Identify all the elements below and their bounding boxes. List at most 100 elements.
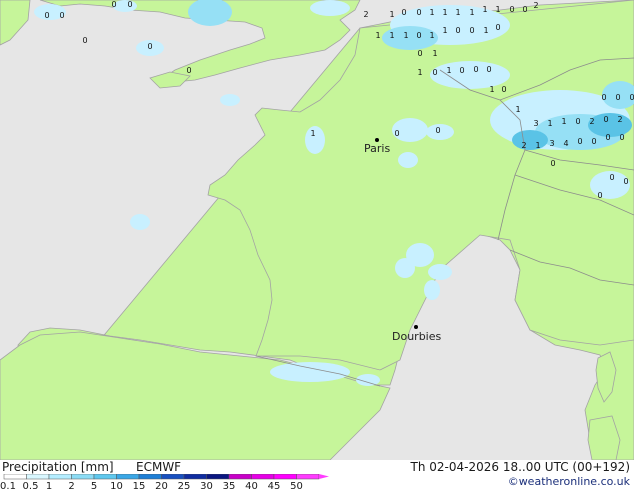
legend-label: 5 [91,481,97,490]
precip-value-label: 1 [389,31,394,40]
legend-swatch [48,474,72,480]
precip-value-label: 0 [394,129,399,138]
legend-label: 35 [223,481,236,490]
precip-value-label: 2 [589,117,594,126]
legend-label: 0.5 [23,481,39,490]
legend-swatch [251,474,275,480]
precip-value-label: 1 [403,31,408,40]
precip-value-label: 0 [597,191,602,200]
map-title: Precipitation [mm] [2,460,114,474]
legend-label: 25 [178,481,191,490]
precip-value-label: 0 [111,0,116,9]
map-footer: Precipitation [mm] ECMWF Th 02-04-2026 1… [0,460,634,490]
precip-value-label: 3 [533,119,538,128]
precip-value-label: 0 [601,93,606,102]
precip-value-label: 1 [310,129,315,138]
precip-value-label: 0 [59,11,64,20]
precip-value-label: 4 [563,139,568,148]
precip-value-label: 1 [489,85,494,94]
precip-value-label: 1 [417,68,422,77]
precip-value-label: 3 [549,139,554,148]
precip-value-label: 1 [389,10,394,19]
valid-time: Th 02-04-2026 18..00 UTC (00+192) [410,460,630,474]
precip-value-label: 1 [432,49,437,58]
legend-label: 0.1 [0,481,16,490]
legend-swatch [26,474,50,480]
city-dot-dourbies [414,325,418,329]
precip-value-label: 0 [186,66,191,75]
precip-value-label: 0 [575,117,580,126]
precip-value-label: 1 [483,26,488,35]
precip-value-label: 0 [550,159,555,168]
legend-swatch [183,474,207,480]
precip-value-label: 1 [442,8,447,17]
precip-value-label: 1 [442,26,447,35]
color-legend: 0.1 0.5 1 2 5 10 15 20 25 30 35 40 45 50 [0,474,329,490]
precip-value-label: 1 [547,119,552,128]
legend-label: 15 [133,481,146,490]
precip-value-label: 0 [619,133,624,142]
city-label-dourbies: Dourbies [392,330,442,343]
precip-value-label: 0 [455,26,460,35]
precip-value-label: 0 [127,0,132,9]
legend-label: 20 [155,481,168,490]
precip-value-label: 1 [429,31,434,40]
precip-value-label: 0 [401,8,406,17]
precip-value-label: 2 [363,10,368,19]
legend-swatch [206,474,230,480]
precip-value-label: 1 [375,31,380,40]
precip-value-label: 0 [609,173,614,182]
legend-swatch [93,474,117,480]
precip-value-label: 0 [623,177,628,186]
legend-label: 50 [290,481,303,490]
precip-value-label: 0 [615,93,620,102]
credit-link[interactable]: ©weatheronline.co.uk [508,475,630,489]
city-label-paris: Paris [364,142,390,155]
precip-value-label: 0 [501,85,506,94]
precip-value-label: 1 [446,66,451,75]
legend-swatch [138,474,162,480]
precip-value-label: 2 [521,141,526,150]
precip-value-label: 0 [416,8,421,17]
precip-value-label: 0 [417,49,422,58]
precip-value-label: 0 [469,26,474,35]
precip-value-label: 1 [495,5,500,14]
precip-value-label: 1 [469,8,474,17]
legend-label: 2 [68,481,74,490]
model-name: ECMWF [136,460,182,474]
precip-value-label: 1 [535,141,540,150]
legend-swatch [273,474,297,480]
precip-value-label: 1 [515,105,520,114]
precip-value-label: 0 [509,5,514,14]
map-viewer: 0000000210011111100211101100100110100010… [0,0,634,490]
precip-value-label: 1 [455,8,460,17]
legend-swatch [161,474,185,480]
precip-value-label: 0 [459,66,464,75]
precip-value-label: 0 [605,133,610,142]
precip-value-label: 2 [533,1,538,10]
precip-value-label: 1 [561,117,566,126]
precipitation-map: 0 00 00002 1 0 0 1 1 1 1 1 1 0 0 21 1 1 0 11 0 0 1 00 11 0 1 0 0 01 0… [0,0,634,460]
legend-label: 40 [245,481,258,490]
legend-swatch [71,474,95,480]
precip-value-label: 0 [495,23,500,32]
legend-arrow [319,474,329,479]
precip-value-label: 0 [432,68,437,77]
precip-value-label: 0 [486,65,491,74]
legend-label: 30 [200,481,213,490]
precip-value-label: 1 [482,5,487,14]
legend-swatch [116,474,140,480]
precip-value-label: 0 [591,137,596,146]
precip-value-label: 0 [416,31,421,40]
legend-label: 10 [110,481,123,490]
precip-value-label: 1 [429,8,434,17]
legend-swatch [3,474,27,480]
legend-label: 1 [46,481,52,490]
legend-swatch [228,474,252,480]
precip-value-label: 0 [629,93,634,102]
legend-label: 45 [268,481,281,490]
precip-value-label: 0 [577,137,582,146]
precip-value-label: 2 [617,115,622,124]
precip-value-label: 0 [473,65,478,74]
precip-value-label: 0 [522,5,527,14]
